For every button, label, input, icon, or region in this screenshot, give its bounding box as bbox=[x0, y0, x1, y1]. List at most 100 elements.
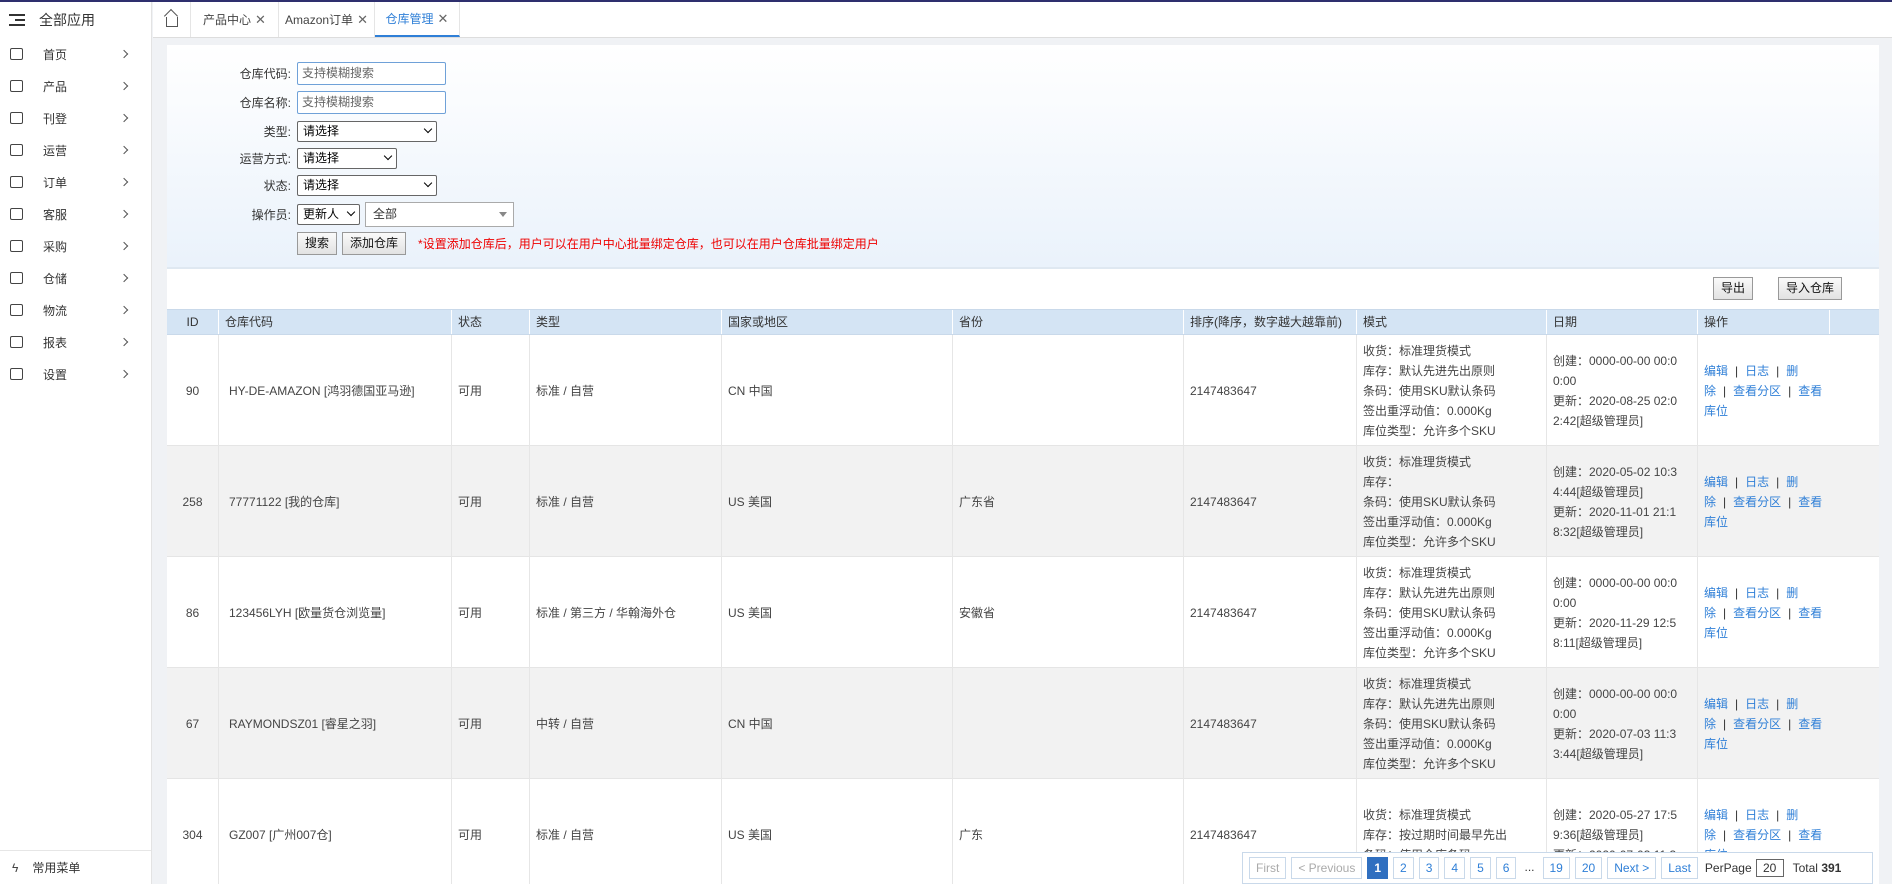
cube-icon bbox=[10, 80, 23, 92]
operator-select[interactable]: 全部 bbox=[365, 202, 514, 227]
sidebar-item-7[interactable]: 仓储 bbox=[0, 262, 151, 294]
chevron-down-icon bbox=[383, 151, 393, 160]
cell-sort: 2147483647 bbox=[1184, 446, 1357, 557]
chevron-right-icon bbox=[119, 273, 129, 283]
main-panel: 仓库代码: 支持模糊搜索 仓库名称: 支持模糊搜索 类型: 请选择 运营方式: … bbox=[167, 45, 1879, 884]
sidebar-item-3[interactable]: 运营 bbox=[0, 134, 151, 166]
close-icon[interactable]: ✕ bbox=[255, 12, 266, 28]
tab-warehouse-management[interactable]: 仓库管理 ✕ bbox=[375, 2, 460, 37]
tab-home[interactable] bbox=[153, 2, 191, 37]
log-link[interactable]: 日志 bbox=[1745, 697, 1769, 711]
delete-link[interactable]: 删 bbox=[1786, 475, 1798, 489]
view-location-link[interactable]: 查看 bbox=[1798, 828, 1822, 842]
view-location-link-cont[interactable]: 库位 bbox=[1704, 404, 1728, 418]
delete-link[interactable]: 删 bbox=[1786, 364, 1798, 378]
tab-amazon-orders[interactable]: Amazon订单 ✕ bbox=[279, 2, 375, 37]
sidebar-footer[interactable]: ϟ 常用菜单 bbox=[0, 850, 151, 884]
log-link[interactable]: 日志 bbox=[1745, 475, 1769, 489]
sidebar-item-4[interactable]: 订单 bbox=[0, 166, 151, 198]
last-page-button[interactable]: Last bbox=[1661, 857, 1698, 879]
page-1[interactable]: 1 bbox=[1367, 857, 1389, 879]
search-button[interactable]: 搜索 bbox=[297, 231, 338, 255]
cell-date: 创建：0000-00-00 00:0 0:00 更新：2020-07-03 11:3… bbox=[1547, 668, 1698, 779]
warehouse-code-input[interactable]: 支持模糊搜索 bbox=[297, 61, 446, 85]
cell-code: 123456LYH [欧量货仓浏览量] bbox=[219, 557, 452, 668]
tab-label: 产品中心 bbox=[203, 13, 252, 27]
cell-sort: 2147483647 bbox=[1184, 335, 1357, 446]
home-icon bbox=[10, 48, 23, 60]
sidebar-item-2[interactable]: 刊登 bbox=[0, 102, 151, 134]
cell-province: 安徽省 bbox=[953, 557, 1184, 668]
sidebar-item-0[interactable]: 首页 bbox=[0, 38, 151, 70]
page-2[interactable]: 2 bbox=[1393, 857, 1414, 879]
operation-mode-select[interactable]: 请选择 bbox=[297, 147, 397, 169]
view-location-link[interactable]: 查看 bbox=[1798, 606, 1822, 620]
delete-link[interactable]: 删 bbox=[1786, 808, 1798, 822]
delete-link-cont[interactable]: 除 bbox=[1704, 495, 1716, 509]
delete-link[interactable]: 删 bbox=[1786, 586, 1798, 600]
type-select[interactable]: 请选择 bbox=[297, 120, 437, 142]
export-button[interactable]: 导出 bbox=[1713, 277, 1754, 300]
sidebar-item-6[interactable]: 采购 bbox=[0, 230, 151, 262]
operator-type-select[interactable]: 更新人 bbox=[297, 204, 360, 225]
sidebar-item-label: 物流 bbox=[43, 303, 68, 318]
delete-link-cont[interactable]: 除 bbox=[1704, 606, 1716, 620]
view-zone-link[interactable]: 查看分区 bbox=[1733, 495, 1781, 509]
view-location-link-cont[interactable]: 库位 bbox=[1704, 626, 1728, 640]
per-page-input[interactable]: 20 bbox=[1755, 859, 1784, 877]
sidebar-item-5[interactable]: 客服 bbox=[0, 198, 151, 230]
mode-line: 签出重浮动值：0.000Kg bbox=[1363, 514, 1492, 529]
view-zone-link[interactable]: 查看分区 bbox=[1733, 606, 1781, 620]
date-line: 创建：0000-00-00 00:0 bbox=[1553, 353, 1678, 368]
operator-type-value: 更新人 bbox=[303, 207, 340, 221]
add-warehouse-button[interactable]: 添加仓库 bbox=[342, 231, 407, 255]
import-warehouse-button[interactable]: 导入仓库 bbox=[1778, 277, 1843, 300]
view-location-link[interactable]: 查看 bbox=[1798, 495, 1822, 509]
page-3[interactable]: 3 bbox=[1418, 857, 1440, 879]
view-zone-link[interactable]: 查看分区 bbox=[1733, 717, 1781, 731]
next-page-button[interactable]: Next > bbox=[1607, 857, 1657, 879]
sidebar-item-8[interactable]: 物流 bbox=[0, 294, 151, 326]
date-line: 更新：2020-07-03 11:3 bbox=[1553, 726, 1677, 741]
sidebar-header[interactable]: 全部应用 bbox=[0, 2, 151, 38]
edit-link[interactable]: 编辑 bbox=[1704, 586, 1728, 600]
view-location-link-cont[interactable]: 库位 bbox=[1704, 737, 1728, 751]
page-4[interactable]: 4 bbox=[1444, 857, 1466, 879]
view-location-link[interactable]: 查看 bbox=[1798, 717, 1822, 731]
edit-link[interactable]: 编辑 bbox=[1704, 475, 1728, 489]
edit-link[interactable]: 编辑 bbox=[1704, 697, 1728, 711]
close-icon[interactable]: ✕ bbox=[438, 11, 449, 27]
tab-product-center[interactable]: 产品中心 ✕ bbox=[191, 2, 279, 37]
sidebar-item-9[interactable]: 报表 bbox=[0, 326, 151, 358]
sidebar-item-1[interactable]: 产品 bbox=[0, 70, 151, 102]
log-link[interactable]: 日志 bbox=[1745, 808, 1769, 822]
close-icon[interactable]: ✕ bbox=[357, 12, 368, 28]
page-5[interactable]: 5 bbox=[1470, 857, 1491, 879]
edit-link[interactable]: 编辑 bbox=[1704, 808, 1728, 822]
delete-link-cont[interactable]: 除 bbox=[1704, 384, 1716, 398]
total-count: Total 391 bbox=[1793, 861, 1842, 875]
mode-line: 库位类型：允许多个SKU bbox=[1363, 423, 1496, 438]
page-ellipsis: ... bbox=[1521, 857, 1538, 879]
delete-link-cont[interactable]: 除 bbox=[1704, 717, 1716, 731]
status-select[interactable]: 请选择 bbox=[297, 174, 437, 196]
delete-link[interactable]: 删 bbox=[1786, 697, 1798, 711]
page-19[interactable]: 19 bbox=[1542, 857, 1570, 879]
view-zone-link[interactable]: 查看分区 bbox=[1733, 828, 1781, 842]
previous-page-button[interactable]: < Previous bbox=[1291, 857, 1363, 879]
cell-operations: 编辑|日志|删除|查看分区|查看库位 bbox=[1704, 474, 1823, 529]
log-link[interactable]: 日志 bbox=[1745, 364, 1769, 378]
view-location-link[interactable]: 查看 bbox=[1798, 384, 1822, 398]
view-zone-link[interactable]: 查看分区 bbox=[1733, 384, 1781, 398]
view-location-link-cont[interactable]: 库位 bbox=[1704, 515, 1728, 529]
first-page-button[interactable]: First bbox=[1249, 857, 1287, 879]
mode-line: 条码：使用SKU默认条码 bbox=[1363, 605, 1496, 620]
page-6[interactable]: 6 bbox=[1495, 857, 1517, 879]
page-20[interactable]: 20 bbox=[1574, 857, 1603, 879]
log-link[interactable]: 日志 bbox=[1745, 586, 1769, 600]
delete-link-cont[interactable]: 除 bbox=[1704, 828, 1716, 842]
edit-link[interactable]: 编辑 bbox=[1704, 364, 1728, 378]
warehouse-name-input[interactable]: 支持模糊搜索 bbox=[297, 90, 446, 114]
cell-type: 标准 / 自营 bbox=[530, 779, 722, 884]
sidebar-item-10[interactable]: 设置 bbox=[0, 358, 151, 390]
